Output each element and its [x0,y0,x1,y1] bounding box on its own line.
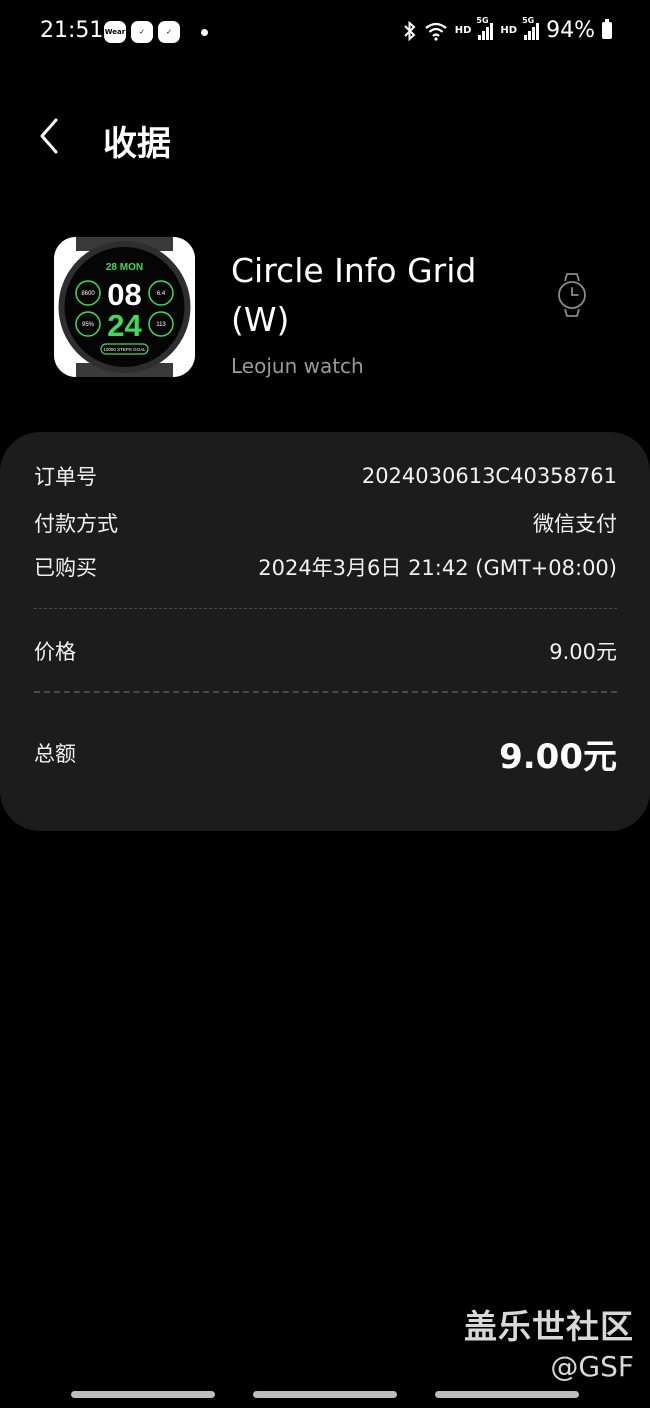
wear-app-icon: Wear [104,21,126,43]
check-notification-icon: ✓ [131,21,153,43]
more-notifications-dot-icon [201,28,208,36]
divider [34,691,617,693]
page-title: 收据 [103,124,171,164]
battery-percentage: 94% [546,18,595,43]
watch-device-button[interactable] [550,272,594,318]
price-row: 价格 9.00元 [34,636,617,666]
bluetooth-icon [404,20,416,41]
status-bar: 21:51 Wear ✓ ✓ HD 5G HD 5G 94% [0,0,650,64]
cellular-signal-icon: 5G [522,16,540,40]
network-type-label: 5G [522,15,535,25]
svg-text:6.4: 6.4 [157,291,166,297]
hd-voice-indicator: HD [454,25,472,36]
svg-text:10000 STEPS GOAL: 10000 STEPS GOAL [103,347,146,352]
total-label: 总额 [34,742,76,766]
back-button[interactable] [30,108,70,164]
price-value: 9.00元 [549,640,617,664]
total-row: 总额 9.00元 [34,728,617,778]
order-number-row: 订单号 2024030613C40358761 [34,461,617,491]
nav-home-button[interactable] [253,1391,397,1398]
check-notification-icon: ✓ [158,21,180,43]
price-label: 价格 [34,640,76,664]
watermark-brand: 盖乐世社区 [464,1307,634,1346]
svg-text:95%: 95% [82,322,95,328]
watermark-handle: @GSF [550,1350,634,1383]
battery-icon [602,19,612,39]
order-number-value: 2024030613C40358761 [361,464,617,488]
svg-text:8600: 8600 [81,291,95,297]
product-thumbnail: 28 MON 08 24 8600 95% 6.4 113 10000 STEP… [54,237,195,377]
row-label: 订单号 [34,465,97,489]
nav-back-button[interactable] [435,1391,579,1398]
nav-recents-button[interactable] [71,1391,215,1398]
watch-icon [558,273,586,317]
chevron-left-icon [40,118,58,154]
total-value: 9.00元 [499,736,617,777]
wifi-icon [425,22,447,41]
product-name: Circle Info Grid (W) [231,251,477,339]
svg-text:28 MON: 28 MON [106,262,143,273]
purchase-date-value: 2024年3月6日 21:42 (GMT+08:00) [258,556,617,580]
row-label: 付款方式 [34,512,118,536]
navigation-bar [0,1384,650,1408]
hd-voice-indicator: HD [500,25,518,36]
payment-method-value: 微信支付 [533,512,617,536]
network-type-label: 5G [476,15,489,25]
system-icons: HD 5G HD 5G 94% [403,16,612,43]
svg-text:24: 24 [107,308,142,343]
app-header: 收据 [0,108,650,168]
clock: 21:51 [40,18,104,43]
notification-icons: Wear ✓ ✓ [104,21,208,43]
row-label: 已购买 [34,556,97,580]
divider [34,608,617,609]
purchase-date-row: 已购买 2024年3月6日 21:42 (GMT+08:00) [34,552,617,582]
svg-text:113: 113 [156,322,166,328]
svg-text:08: 08 [107,277,141,312]
developer-name: Leojun watch [231,354,364,378]
cellular-signal-icon: 5G [476,16,494,40]
watch-face-preview: 28 MON 08 24 8600 95% 6.4 113 10000 STEP… [54,237,195,377]
payment-method-row: 付款方式 微信支付 [34,508,617,538]
